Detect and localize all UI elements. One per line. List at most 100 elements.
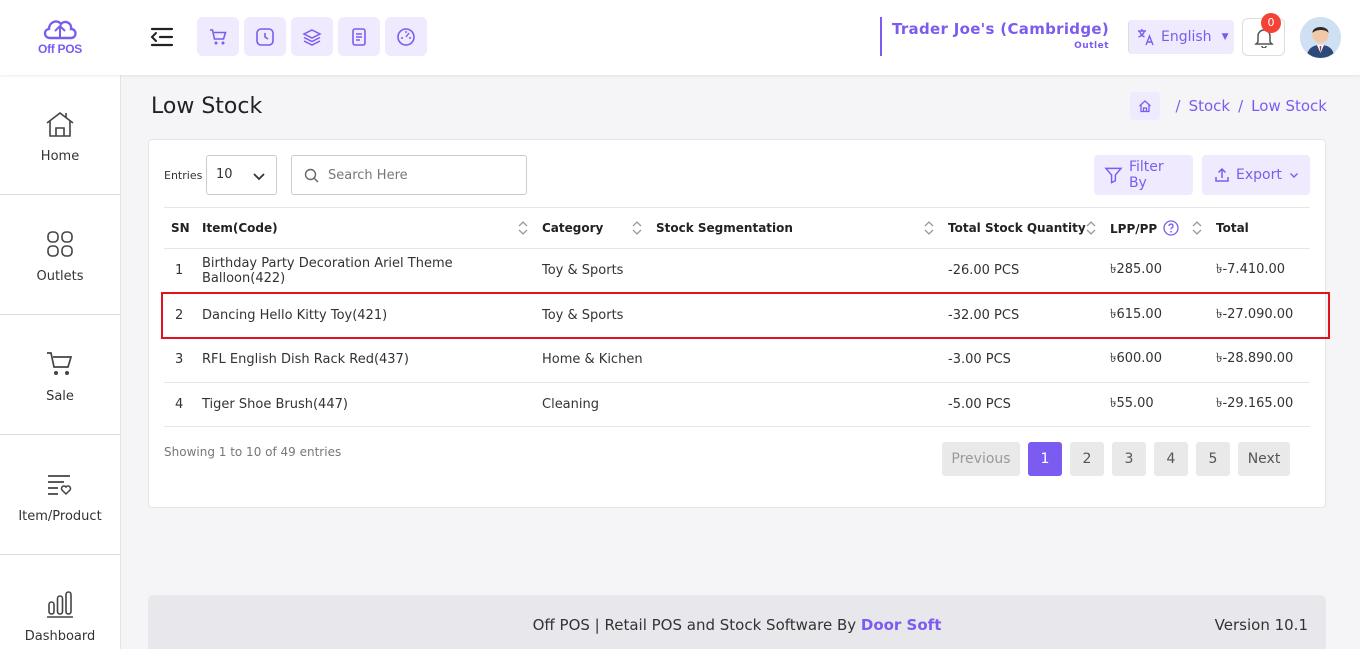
cart-icon: [47, 352, 73, 375]
column-header-sn[interactable]: SN: [164, 207, 195, 249]
cell-item: Dancing Hello Kitty Toy(421): [195, 293, 535, 338]
breadcrumb-separator: /: [1238, 97, 1244, 115]
pagination-previous-button[interactable]: Previous: [942, 442, 1020, 476]
cell-sn: 2: [164, 293, 195, 338]
column-header-total[interactable]: Total: [1209, 207, 1310, 249]
sidebar-item-label: Home: [40, 149, 80, 164]
quick-clock-button[interactable]: [244, 17, 286, 56]
cart-icon: [210, 28, 227, 44]
outlet-label: Outlet: [1074, 41, 1109, 51]
table-header-row: SN Item(Code) Category Stock Segmentatio…: [164, 207, 1310, 249]
export-button[interactable]: Export: [1202, 155, 1310, 195]
sidebar-item-label: Item/Product: [18, 509, 102, 524]
language-label: English: [1161, 29, 1212, 45]
cell-total: ৳-7.410.00: [1209, 248, 1310, 294]
sort-icon[interactable]: [1085, 219, 1097, 237]
cell-segmentation: [649, 337, 941, 383]
cell-lpp: ৳600.00: [1103, 337, 1209, 383]
export-label: Export: [1236, 167, 1282, 183]
cell-category: Home & Kichen: [535, 337, 649, 383]
language-selector[interactable]: English ▼: [1128, 20, 1234, 54]
filter-by-button[interactable]: Filter By: [1094, 155, 1193, 195]
quick-layers-button[interactable]: [291, 17, 333, 56]
cell-quantity: -5.00 PCS: [941, 382, 1103, 427]
column-header-item[interactable]: Item(Code): [195, 207, 535, 249]
sidebar-item-home[interactable]: Home: [0, 75, 120, 195]
quick-receipt-button[interactable]: [338, 17, 380, 56]
cell-lpp: ৳55.00: [1103, 382, 1209, 427]
sidebar-item-label: Sale: [46, 389, 74, 404]
chevron-down-icon: [253, 173, 265, 181]
cell-segmentation: [649, 248, 941, 294]
chevron-down-icon: [1289, 173, 1298, 178]
breadcrumb-home[interactable]: [1129, 92, 1160, 120]
dashboard-gauge-icon: [397, 27, 415, 46]
cell-item: RFL English Dish Rack Red(437): [195, 337, 535, 383]
cell-quantity: -32.00 PCS: [941, 293, 1103, 338]
quick-dashboard-button[interactable]: [385, 17, 427, 56]
cell-lpp: ৳285.00: [1103, 248, 1209, 294]
sidebar-item-sale[interactable]: Sale: [0, 315, 120, 435]
footer-text: Off POS | Retail POS and Stock Software …: [532, 616, 942, 634]
cell-sn: 4: [164, 382, 195, 427]
breadcrumb: / Stock / Low Stock: [1129, 92, 1327, 120]
column-header-stock-segmentation[interactable]: Stock Segmentation: [649, 207, 941, 249]
sort-icon[interactable]: [923, 219, 935, 237]
pagination-page-3[interactable]: 3: [1112, 442, 1146, 476]
pagination-page-4[interactable]: 4: [1154, 442, 1188, 476]
footer-brand-link[interactable]: Door Soft: [861, 616, 942, 634]
entries-select[interactable]: 10: [206, 155, 277, 195]
current-outlet[interactable]: Trader Joe's (Cambridge) Outlet: [879, 17, 1109, 56]
entries-value: 10: [216, 167, 233, 182]
app-logo[interactable]: Off POS: [28, 12, 92, 62]
list-heart-icon: [48, 475, 72, 496]
clock-icon: [256, 27, 274, 46]
pagination-page-1[interactable]: 1: [1028, 442, 1062, 476]
logo-text: Off POS: [38, 42, 82, 56]
cell-quantity: -3.00 PCS: [941, 337, 1103, 383]
entries-label: Entries: [164, 169, 203, 182]
cell-sn: 3: [164, 337, 195, 383]
filter-icon: [1104, 167, 1123, 184]
showing-entries-text: Showing 1 to 10 of 49 entries: [164, 445, 342, 459]
sort-icon[interactable]: [1191, 219, 1203, 237]
low-stock-table: SN Item(Code) Category Stock Segmentatio…: [164, 207, 1310, 427]
table-row[interactable]: 1 Birthday Party Decoration Ariel Theme …: [164, 248, 1310, 294]
column-header-lpp-pp[interactable]: LPP/PP: [1103, 207, 1209, 249]
sidebar-item-item-product[interactable]: Item/Product: [0, 435, 120, 555]
top-header: Off POS Trader Joe's (Cambridge) Outlet …: [0, 0, 1360, 75]
search-input[interactable]: [328, 165, 518, 185]
breadcrumb-separator: /: [1175, 97, 1181, 115]
receipt-icon: [352, 27, 366, 46]
sidebar-item-dashboard[interactable]: Dashboard: [0, 555, 120, 649]
pagination-next-button[interactable]: Next: [1238, 442, 1290, 476]
pagination-page-2[interactable]: 2: [1070, 442, 1104, 476]
table-row[interactable]: 4 Tiger Shoe Brush(447) Cleaning -5.00 P…: [164, 382, 1310, 427]
column-header-total-stock-quantity[interactable]: Total Stock Quantity: [941, 207, 1103, 249]
menu-collapse-icon[interactable]: [150, 26, 174, 48]
cell-total: ৳-28.890.00: [1209, 337, 1310, 383]
breadcrumb-stock[interactable]: Stock: [1189, 97, 1231, 115]
logo-cloud-icon: [43, 20, 77, 40]
sort-icon[interactable]: [517, 219, 529, 237]
home-icon: [46, 111, 74, 137]
translate-icon: [1138, 29, 1154, 46]
quick-cart-button[interactable]: [197, 17, 239, 56]
help-icon[interactable]: [1163, 220, 1180, 236]
search-icon: [304, 168, 319, 183]
column-header-category[interactable]: Category: [535, 207, 649, 249]
table-row[interactable]: 3 RFL English Dish Rack Red(437) Home & …: [164, 337, 1310, 383]
outlet-name: Trader Joe's (Cambridge): [891, 20, 1109, 38]
cell-total: ৳-29.165.00: [1209, 382, 1310, 427]
sidebar-item-outlets[interactable]: Outlets: [0, 195, 120, 315]
user-avatar[interactable]: [1300, 17, 1341, 58]
footer: Off POS | Retail POS and Stock Software …: [148, 595, 1326, 649]
layers-icon: [302, 28, 322, 46]
sort-icon[interactable]: [631, 219, 643, 237]
cell-item: Birthday Party Decoration Ariel Theme Ba…: [195, 248, 535, 294]
sidebar: Home Outlets Sale Item/Product Dashboard: [0, 75, 121, 649]
low-stock-card: Entries 10 Filter By Export SN Item(Code…: [148, 139, 1326, 508]
pagination-page-5[interactable]: 5: [1196, 442, 1230, 476]
table-row[interactable]: 2 Dancing Hello Kitty Toy(421) Toy & Spo…: [164, 293, 1310, 338]
grid-icon: [47, 231, 73, 257]
